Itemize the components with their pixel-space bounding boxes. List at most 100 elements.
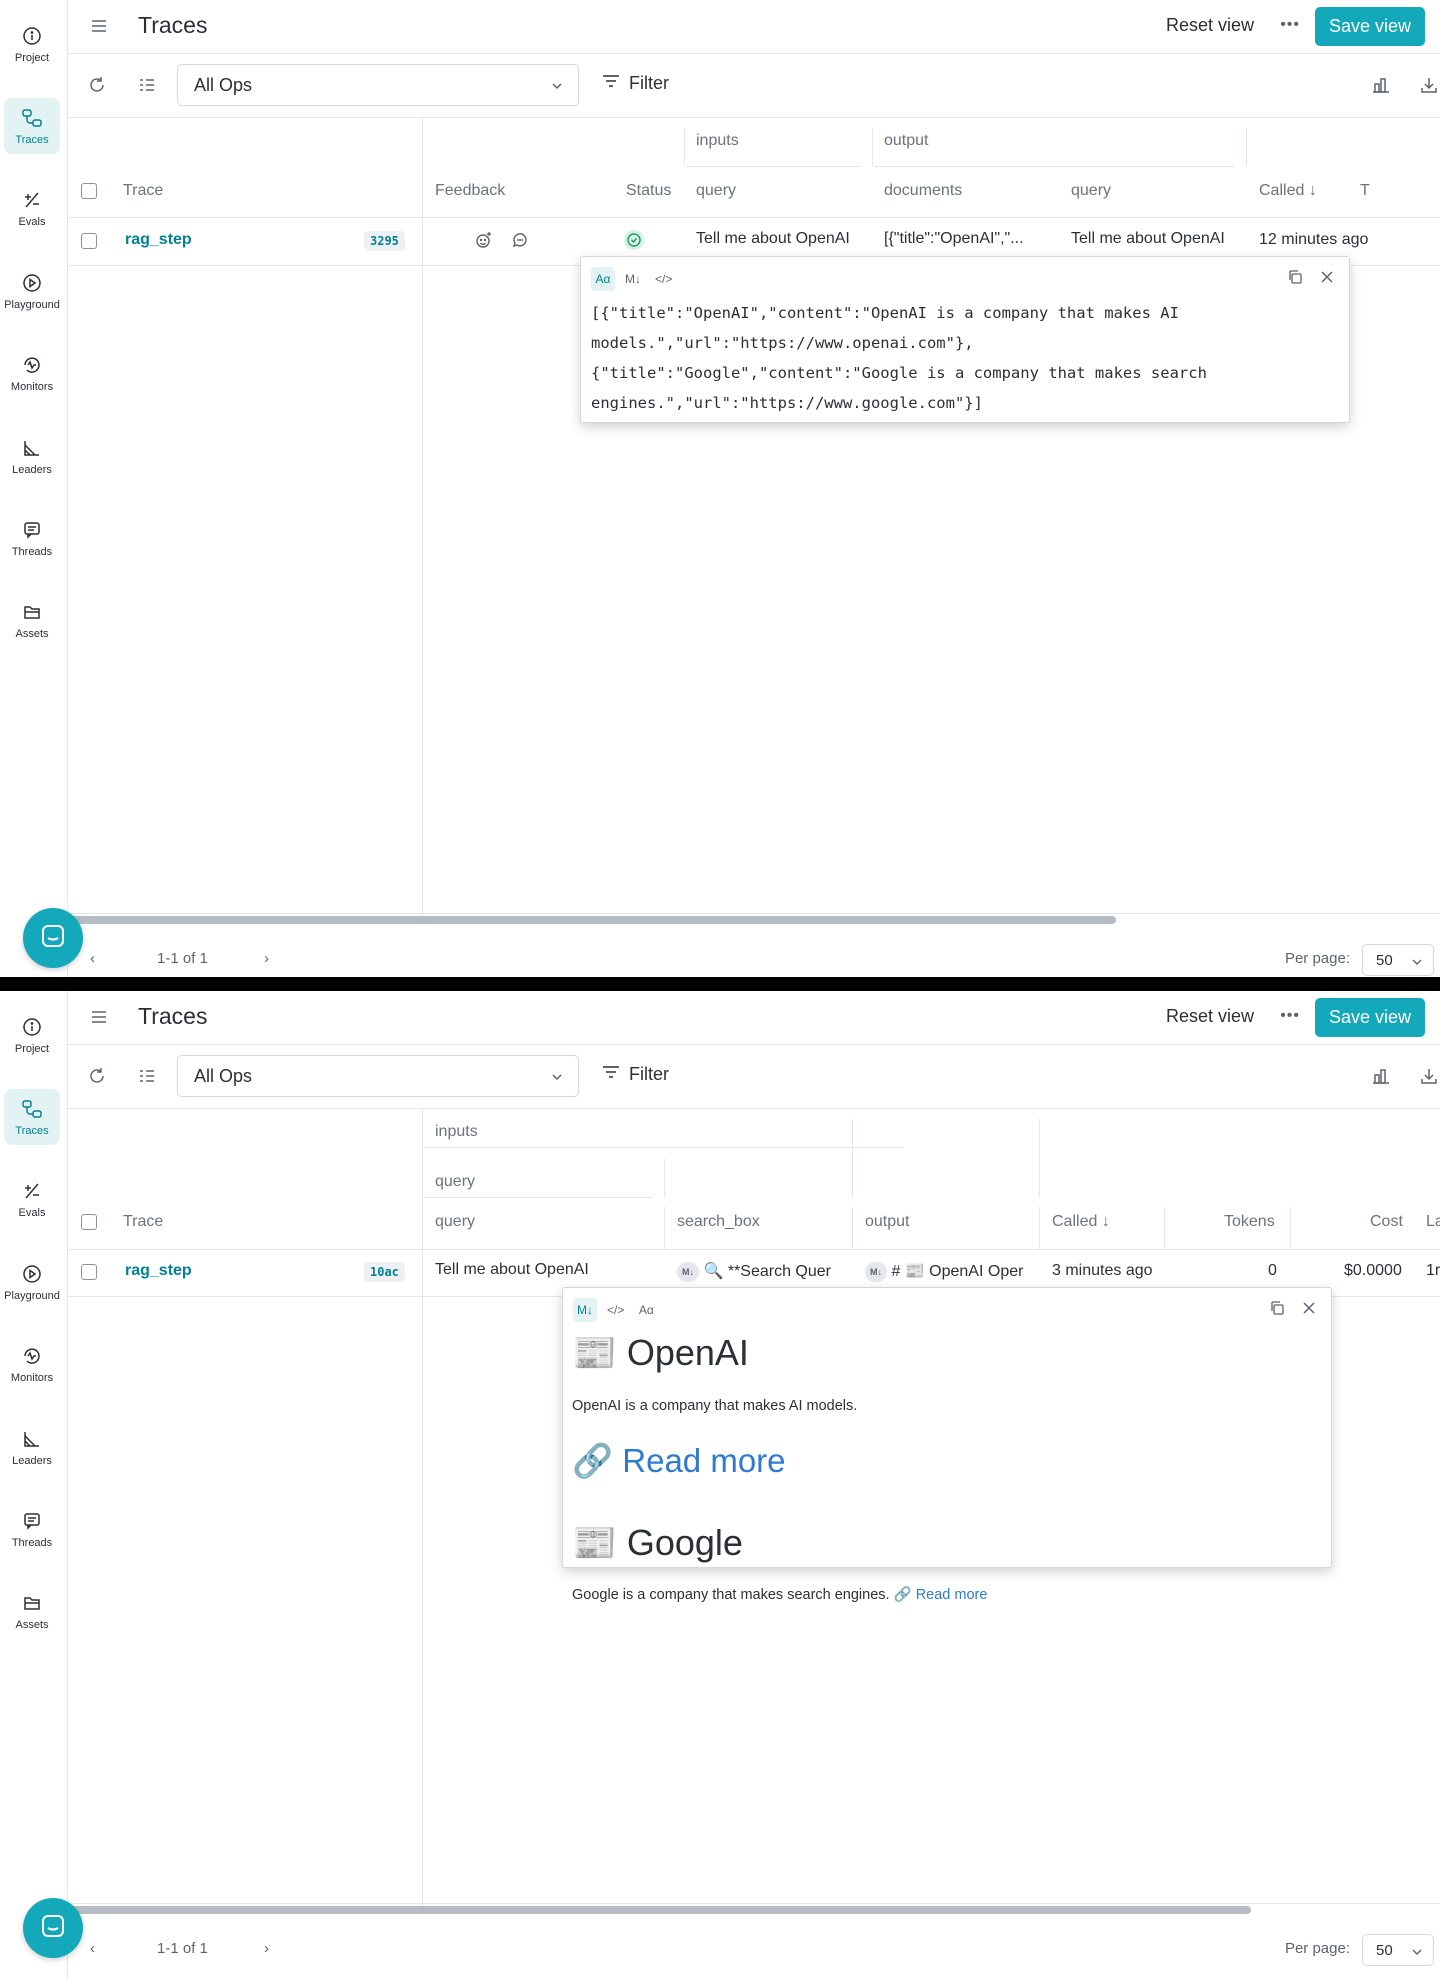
save-view-button[interactable]: Save view <box>1315 7 1425 46</box>
col-status[interactable]: Status <box>626 182 671 200</box>
per-page-label: Per page: <box>1284 950 1350 967</box>
nav-monitors[interactable]: Monitors <box>4 345 60 401</box>
page-header: Traces Reset view ••• Save view <box>68 0 1440 54</box>
reset-view-button[interactable]: Reset view <box>1166 15 1254 36</box>
col-called[interactable]: Called ↓ <box>1052 1213 1110 1231</box>
trace-link[interactable]: rag_step <box>125 1262 192 1280</box>
pagination-count: 1-1 of 1 <box>157 950 208 967</box>
per-page-value: 50 <box>1376 952 1393 969</box>
add-reaction-icon[interactable] <box>475 231 493 254</box>
prev-page-icon[interactable]: ‹ <box>90 950 95 967</box>
menu-icon[interactable] <box>90 1008 108 1026</box>
download-icon[interactable] <box>1418 1065 1440 1087</box>
prev-page-icon[interactable]: ‹ <box>90 1940 95 1957</box>
chat-icon <box>40 923 66 954</box>
more-options-icon[interactable]: ••• <box>1280 1007 1300 1025</box>
nav-label: Traces <box>15 1124 49 1137</box>
nav-threads[interactable]: Threads <box>4 510 60 566</box>
menu-icon[interactable] <box>90 17 108 35</box>
ops-select[interactable]: All Ops <box>177 1055 579 1097</box>
col-output-query[interactable]: query <box>1071 182 1111 200</box>
col-latency[interactable]: La <box>1426 1213 1440 1231</box>
col-query[interactable]: query <box>435 1213 475 1231</box>
col-called[interactable]: Called ↓ <box>1259 182 1317 200</box>
nav-project[interactable]: Project <box>4 16 60 72</box>
col-cost[interactable]: Cost <box>1370 1213 1403 1231</box>
next-page-icon[interactable]: › <box>264 1940 269 1957</box>
col-documents[interactable]: documents <box>884 182 962 200</box>
row-checkbox[interactable] <box>81 233 97 249</box>
output-cell[interactable]: M↓ # 📰 OpenAI Oper <box>865 1261 1029 1282</box>
called-cell: 3 minutes ago <box>1052 1262 1153 1279</box>
nav-project[interactable]: Project <box>4 1007 60 1063</box>
markdown-mode-button[interactable]: M↓ <box>621 267 645 291</box>
json-line: engines.","url":"https://www.google.com"… <box>591 394 983 412</box>
col-search-box[interactable]: search_box <box>677 1213 760 1231</box>
col-trace[interactable]: Trace <box>123 182 163 200</box>
nav-evals[interactable]: Evals <box>4 180 60 236</box>
per-page-select[interactable]: 50 <box>1362 1934 1434 1966</box>
col-truncated[interactable]: T <box>1360 182 1370 200</box>
nav-assets[interactable]: Assets <box>4 1583 60 1639</box>
save-view-button[interactable]: Save view <box>1315 998 1425 1037</box>
filter-button[interactable]: Filter <box>601 71 669 96</box>
chat-support-button[interactable] <box>23 1898 83 1958</box>
nav-assets[interactable]: Assets <box>4 592 60 648</box>
col-trace[interactable]: Trace <box>123 1213 163 1231</box>
documents-cell[interactable]: [{"title":"OpenAI","... <box>884 230 1059 248</box>
traces-icon <box>21 107 43 129</box>
nav-threads[interactable]: Threads <box>4 1501 60 1557</box>
close-icon[interactable] <box>1301 1300 1317 1321</box>
col-tokens[interactable]: Tokens <box>1224 1213 1275 1231</box>
reset-view-button[interactable]: Reset view <box>1166 1006 1254 1027</box>
output-query-cell[interactable]: Tell me about OpenAI <box>1071 230 1241 248</box>
copy-icon[interactable] <box>1269 1300 1285 1321</box>
copy-icon[interactable] <box>1287 269 1303 290</box>
query-cell[interactable]: Tell me about OpenAI <box>435 1261 655 1279</box>
download-icon[interactable] <box>1418 74 1440 96</box>
nav-traces[interactable]: Traces <box>4 98 60 154</box>
code-mode-button[interactable]: </> <box>651 267 676 291</box>
nav-playground[interactable]: Playground <box>4 1254 60 1310</box>
read-more-link[interactable]: Read more <box>622 1442 785 1479</box>
comment-icon[interactable] <box>511 231 529 254</box>
refresh-icon[interactable] <box>86 1065 108 1087</box>
query-cell[interactable]: Tell me about OpenAI <box>696 230 864 248</box>
col-feedback[interactable]: Feedback <box>435 182 505 200</box>
nav-evals[interactable]: Evals <box>4 1171 60 1227</box>
close-icon[interactable] <box>1319 269 1335 290</box>
filter-button[interactable]: Filter <box>601 1062 669 1087</box>
nav-leaders[interactable]: Leaders <box>4 1419 60 1475</box>
col-inputs-query[interactable]: query <box>696 182 736 200</box>
select-all-checkbox[interactable] <box>81 183 97 199</box>
columns-icon[interactable] <box>136 74 158 96</box>
per-page-select[interactable]: 50 <box>1362 944 1434 976</box>
chat-support-button[interactable] <box>23 908 83 968</box>
more-options-icon[interactable]: ••• <box>1280 16 1300 34</box>
nav-traces[interactable]: Traces <box>4 1089 60 1145</box>
horizontal-scrollbar[interactable] <box>70 916 1116 924</box>
nav-leaders[interactable]: Leaders <box>4 428 60 484</box>
nav-monitors[interactable]: Monitors <box>4 1336 60 1392</box>
ops-select[interactable]: All Ops <box>177 64 579 106</box>
text-mode-button[interactable]: Aα <box>634 1298 658 1322</box>
search-box-cell[interactable]: M↓ 🔍 **Search Quer <box>677 1261 847 1282</box>
nav-playground[interactable]: Playground <box>4 263 60 319</box>
read-more-link[interactable]: Read more <box>916 1587 988 1603</box>
refresh-icon[interactable] <box>86 74 108 96</box>
markdown-icon: M↓ <box>865 1261 887 1282</box>
select-all-checkbox[interactable] <box>81 1214 97 1230</box>
text-mode-button[interactable]: Aα <box>591 267 615 291</box>
chart-icon[interactable] <box>1370 1065 1392 1087</box>
nav-label: Assets <box>15 1618 49 1631</box>
markdown-mode-button[interactable]: M↓ <box>573 1298 597 1322</box>
chart-icon[interactable] <box>1370 74 1392 96</box>
left-nav: Project Traces Evals Playground Monitors… <box>0 0 68 977</box>
horizontal-scrollbar[interactable] <box>70 1906 1251 1914</box>
trace-link[interactable]: rag_step <box>125 231 192 249</box>
next-page-icon[interactable]: › <box>264 950 269 967</box>
row-checkbox[interactable] <box>81 1264 97 1280</box>
col-output[interactable]: output <box>865 1213 909 1231</box>
columns-icon[interactable] <box>136 1065 158 1087</box>
code-mode-button[interactable]: </> <box>603 1298 628 1322</box>
